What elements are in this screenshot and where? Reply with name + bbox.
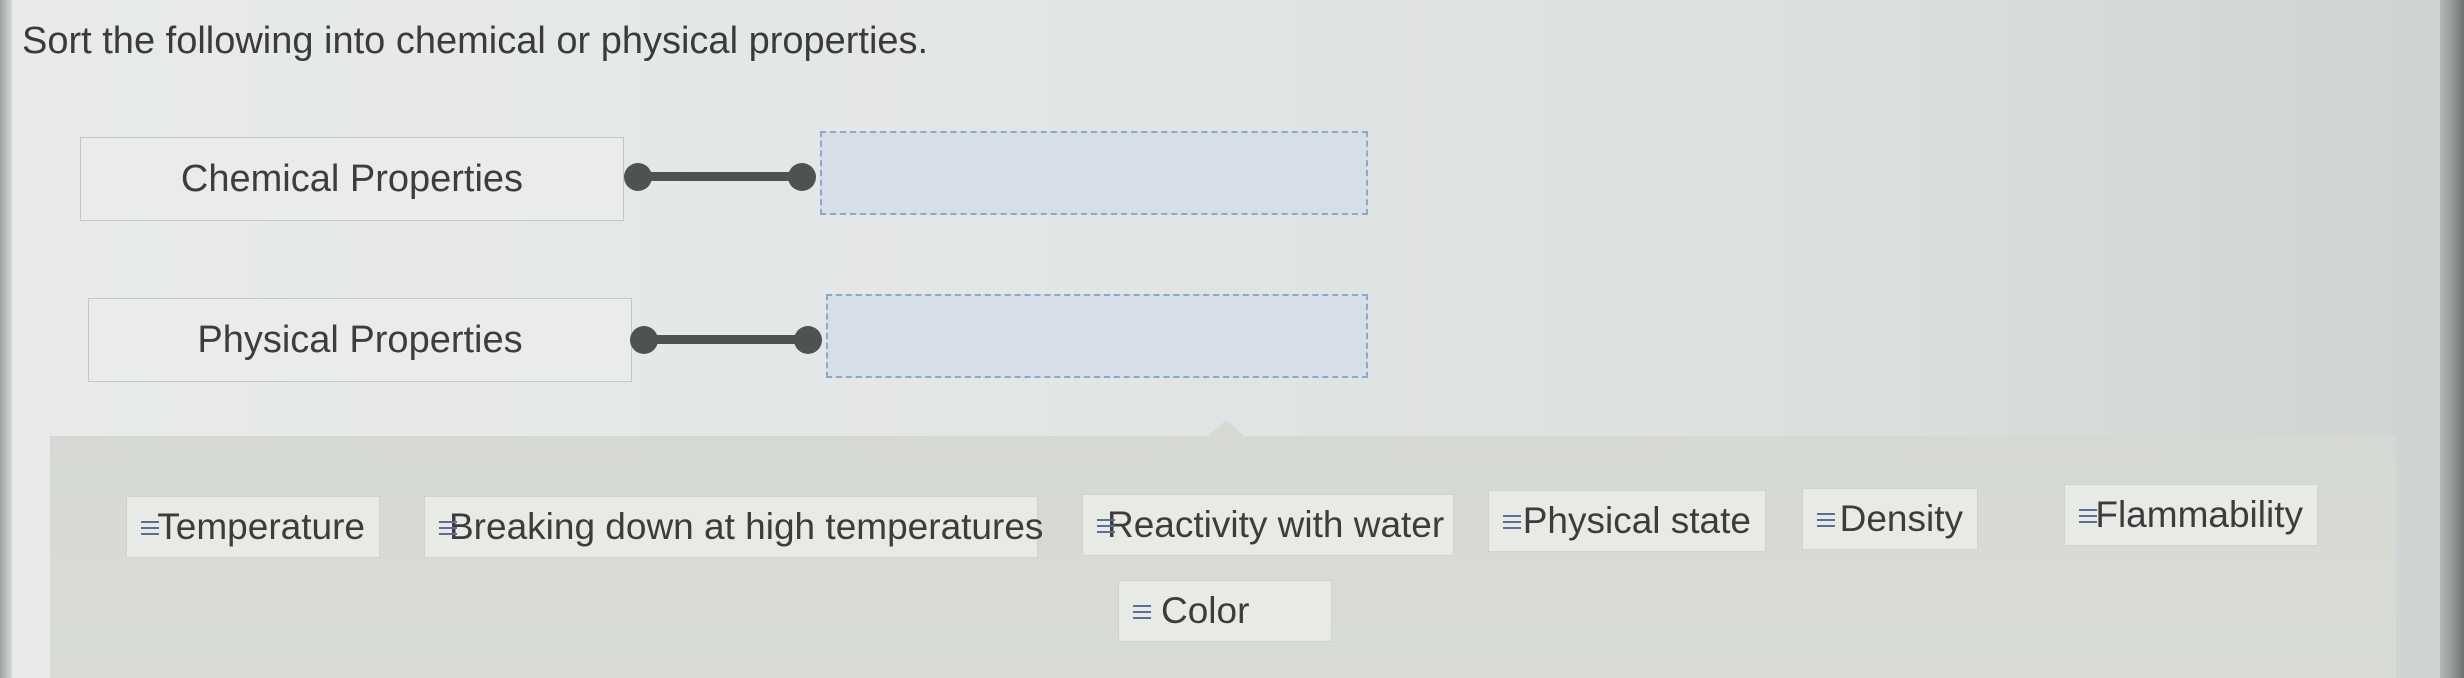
chip-label: Flammability	[2095, 494, 2303, 535]
chip-breaking-down-at-high-temperatures[interactable]: Breaking down at high temperatures	[424, 496, 1043, 558]
connector-end-dot[interactable]	[788, 163, 816, 191]
chip-label: Density	[1839, 498, 1963, 539]
dropzone-physical-properties[interactable]	[826, 294, 1368, 378]
connector-end-dot[interactable]	[794, 326, 822, 354]
connector-start-dot[interactable]	[624, 163, 652, 191]
connector-physical[interactable]	[630, 323, 822, 357]
chip-physical-state[interactable]: Physical state	[1488, 490, 1766, 552]
answer-bank-pointer	[1208, 420, 1244, 436]
connector-line	[644, 335, 808, 344]
dropzone-chemical-properties[interactable]	[820, 131, 1368, 215]
chip-color[interactable]: Color	[1118, 580, 1332, 642]
connector-chemical[interactable]	[624, 160, 816, 194]
drag-handle-icon	[2079, 507, 2097, 525]
chip-reactivity-with-water[interactable]: Reactivity with water	[1082, 494, 1454, 556]
category-physical-properties: Physical Properties	[88, 298, 632, 382]
drag-handle-icon	[141, 519, 159, 537]
chip-temperature[interactable]: Temperature	[126, 496, 380, 558]
chip-flammability[interactable]: Flammability	[2064, 484, 2318, 546]
connector-line	[638, 172, 802, 181]
drag-handle-icon	[1817, 511, 1835, 529]
right-shadow-edge	[2440, 0, 2464, 678]
category-label: Chemical Properties	[180, 157, 524, 200]
chip-label: Breaking down at high temperatures	[449, 506, 1044, 547]
question-prompt: Sort the following into chemical or phys…	[22, 20, 929, 62]
left-shadow-edge	[0, 0, 12, 678]
category-label: Physical Properties	[197, 318, 523, 361]
drag-handle-icon	[1503, 513, 1521, 531]
connector-start-dot[interactable]	[630, 326, 658, 354]
chip-label: Color	[1161, 590, 1250, 631]
chip-label: Physical state	[1522, 500, 1751, 541]
chip-density[interactable]: Density	[1802, 488, 1978, 550]
category-chemical-properties: Chemical Properties	[80, 137, 624, 221]
chip-label: Reactivity with water	[1107, 504, 1445, 545]
chip-label: Temperature	[157, 506, 365, 547]
drag-handle-icon	[1133, 603, 1151, 621]
